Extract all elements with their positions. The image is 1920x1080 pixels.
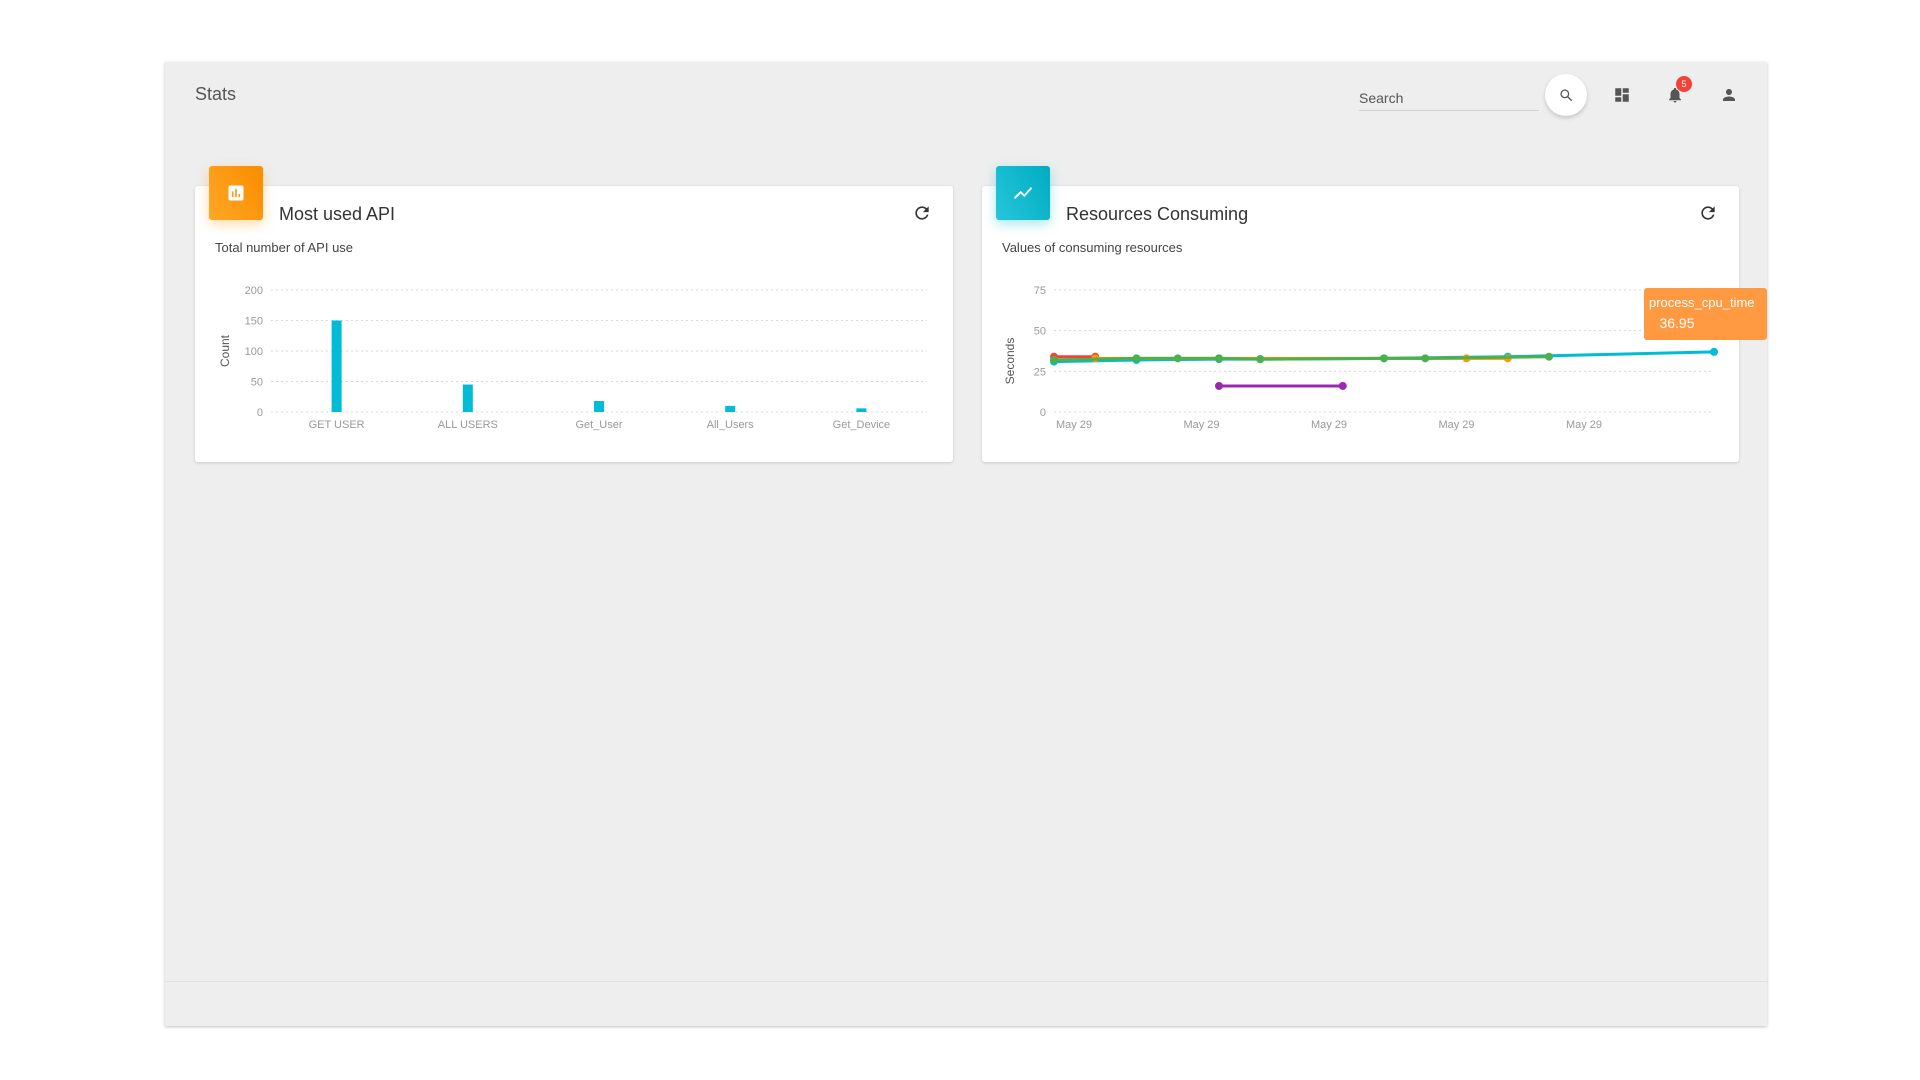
bar xyxy=(725,405,736,412)
data-point xyxy=(1338,381,1347,390)
resources-line-chart: 0 25 50 75 Seconds May 29 May 29 May 29 May 29 Ma… xyxy=(1003,285,1718,431)
data-point xyxy=(1132,354,1141,363)
page-title: Stats xyxy=(195,84,237,104)
y-axis-label: Count xyxy=(218,334,232,367)
x-tick-label: All_Users xyxy=(707,419,755,431)
x-tick-label: Get_Device xyxy=(833,419,890,431)
y-tick-label: 75 xyxy=(1034,285,1046,297)
x-tick-label: May 29 xyxy=(1566,419,1602,431)
data-point xyxy=(1256,355,1265,364)
bar xyxy=(594,401,604,412)
api-bar-chart: 0 50 100 150 200 Count GET USER ALL USERS Get_Us… xyxy=(218,285,927,431)
data-point xyxy=(1215,354,1223,363)
resources-consuming-card: Resources Consuming Values of consuming … xyxy=(982,166,1739,462)
x-tick-label: May 29 xyxy=(1056,419,1092,431)
y-axis-label: Seconds xyxy=(1003,338,1017,385)
app-footer xyxy=(165,981,1767,1026)
y-tick-label: 0 xyxy=(1040,407,1046,419)
chart-tooltip: process_cpu_time 36.95 xyxy=(1644,288,1767,340)
data-point xyxy=(1215,381,1223,390)
y-tick-label: 50 xyxy=(251,377,263,389)
dashboard-icon xyxy=(1615,88,1629,102)
search-button[interactable] xyxy=(1545,74,1587,116)
search-field[interactable] xyxy=(1359,86,1539,111)
x-tick-label: GET USER xyxy=(309,419,365,431)
profile-button[interactable] xyxy=(1716,82,1742,108)
search-icon xyxy=(1560,89,1572,101)
y-tick-label: 50 xyxy=(1034,326,1046,338)
data-point xyxy=(1380,354,1388,363)
y-tick-label: 150 xyxy=(245,316,263,328)
tooltip-value: 36.95 xyxy=(1659,315,1695,331)
tooltip-series-name: process_cpu_time xyxy=(1649,295,1755,310)
data-point xyxy=(1050,355,1058,364)
x-tick-label: May 29 xyxy=(1438,419,1474,431)
x-tick-label: ALL USERS xyxy=(438,419,498,431)
data-point xyxy=(1710,347,1718,356)
y-tick-label: 100 xyxy=(245,346,263,358)
bar xyxy=(331,320,342,412)
x-tick-label: May 29 xyxy=(1183,419,1219,431)
notification-badge: 5 xyxy=(1676,76,1692,92)
data-point xyxy=(1421,354,1430,363)
bar xyxy=(856,408,867,412)
search-input[interactable] xyxy=(1359,86,1539,110)
data-point xyxy=(1545,352,1553,361)
most-used-api-card: Most used API Total number of API use 05… xyxy=(195,166,953,462)
y-tick-label: 0 xyxy=(257,407,263,419)
data-point xyxy=(1173,354,1182,363)
x-tick-label: May 29 xyxy=(1311,419,1347,431)
x-tick-label: Get_User xyxy=(575,419,622,431)
dashboard-button[interactable] xyxy=(1609,82,1635,108)
bar xyxy=(462,384,473,412)
app-window: Stats 5 Most used API Total number xyxy=(165,62,1767,1026)
y-tick-label: 200 xyxy=(245,285,263,297)
person-icon xyxy=(1723,89,1735,101)
notifications-button[interactable]: 5 xyxy=(1662,76,1692,108)
y-tick-label: 25 xyxy=(1034,366,1046,378)
